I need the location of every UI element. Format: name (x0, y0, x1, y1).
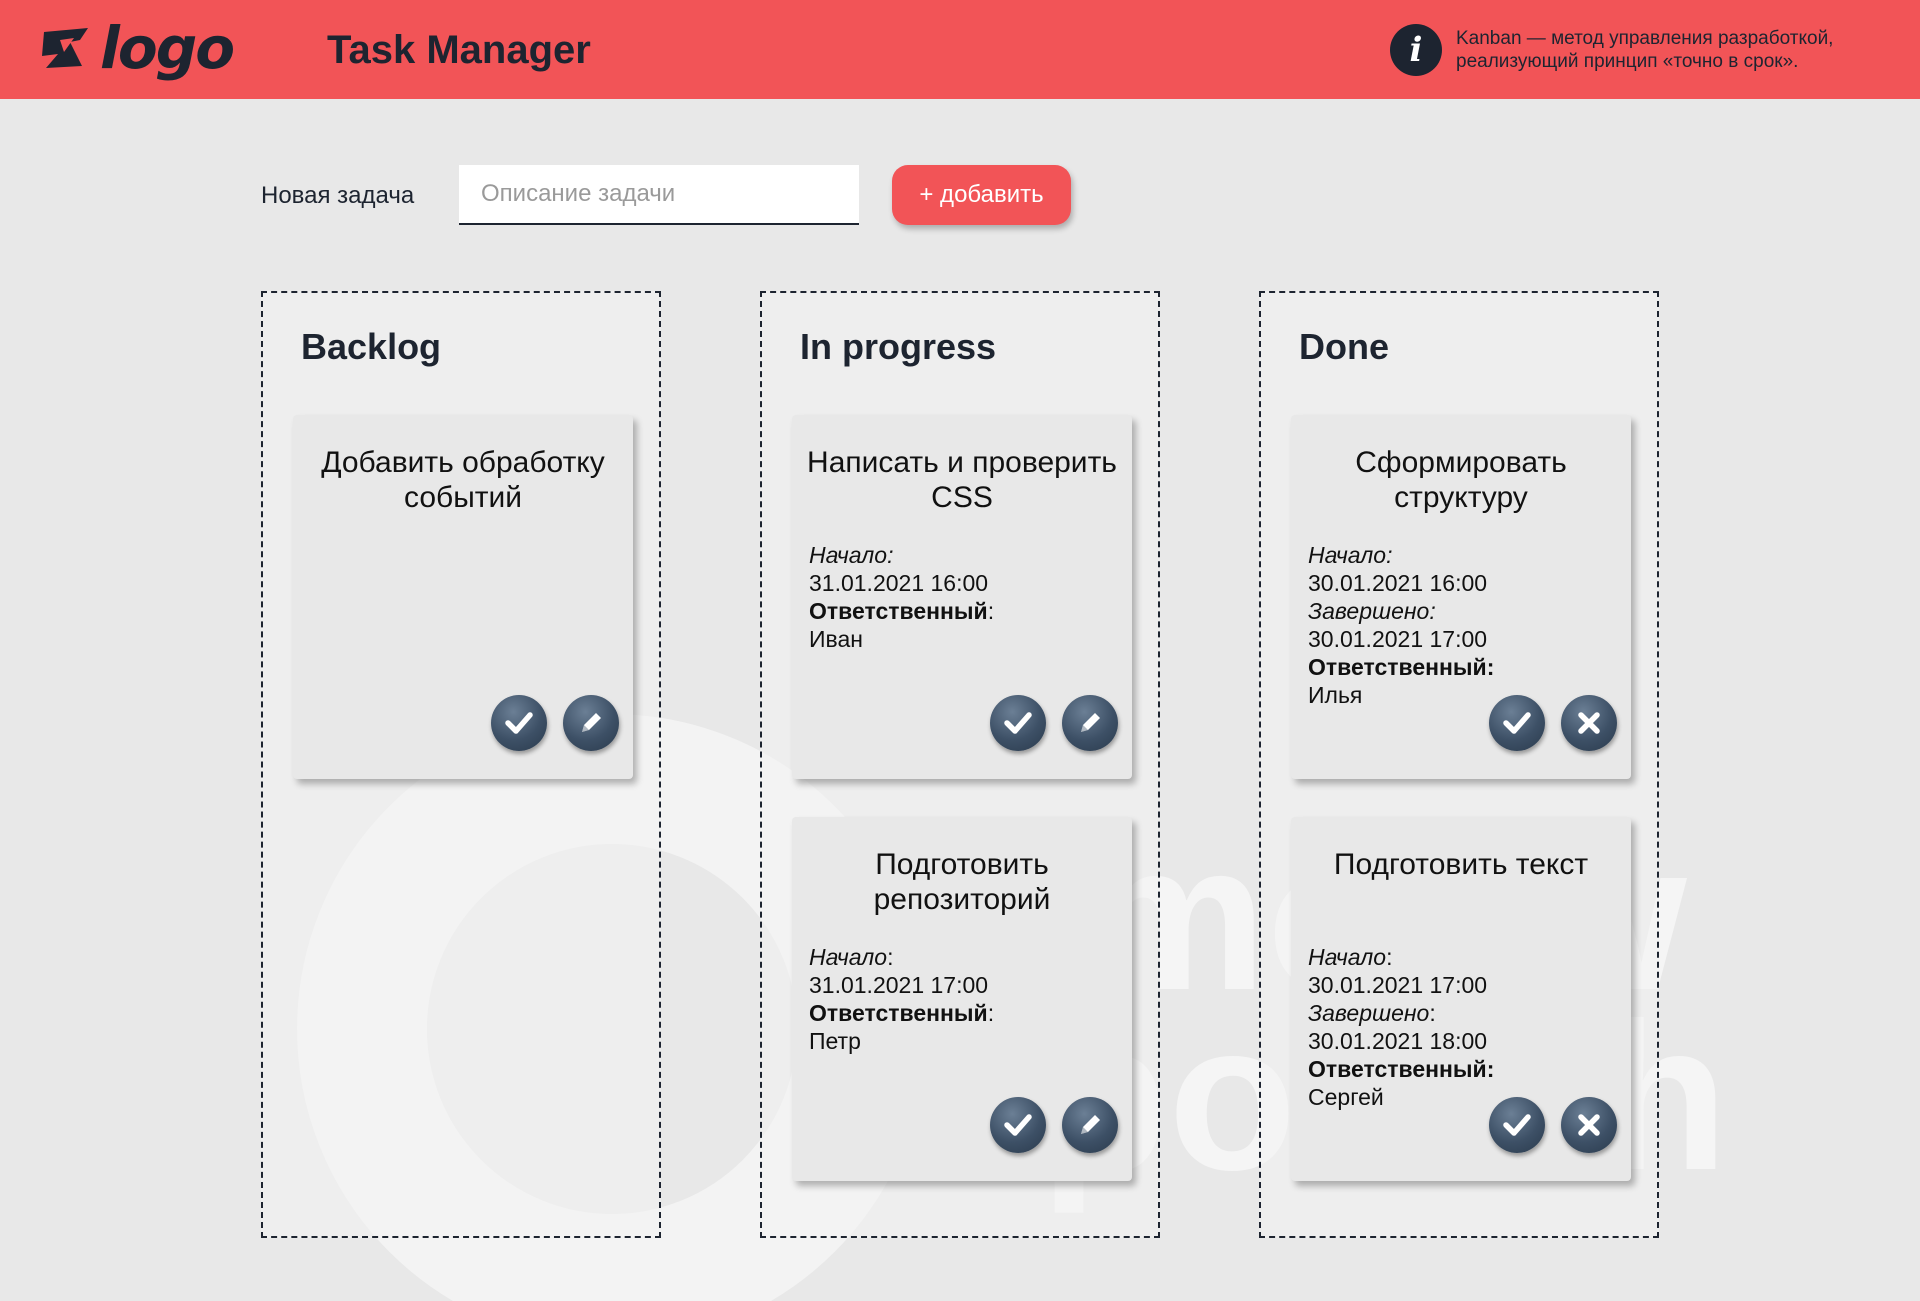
task-card[interactable]: Сформировать структуру Начало: 30.01.202… (1291, 415, 1631, 779)
task-card[interactable]: Подготовить текст Начало: 30.01.2021 17:… (1291, 817, 1631, 1181)
start-colon: : (1386, 944, 1393, 970)
finish-colon: : (1429, 1000, 1436, 1026)
check-icon (505, 712, 533, 734)
assignee-label: Ответственный: (1308, 654, 1495, 680)
app-header: logo Task Manager i Kanban — метод управ… (0, 0, 1920, 99)
column-done: Done Сформировать структуру Начало: 30.0… (1259, 291, 1659, 1238)
check-icon (1004, 712, 1032, 734)
start-label: Начало (1308, 944, 1387, 970)
card-actions (1489, 1097, 1617, 1153)
finish-value: 30.01.2021 18:00 (1308, 1028, 1488, 1054)
start-value: 31.01.2021 16:00 (809, 570, 989, 596)
task-card[interactable]: Написать и проверить CSS Начало: 31.01.2… (792, 415, 1132, 779)
card-actions (1489, 695, 1617, 751)
complete-button[interactable] (1489, 695, 1545, 751)
add-task-button[interactable]: + добавить (892, 165, 1071, 225)
card-actions (990, 1097, 1118, 1153)
column-in-progress: In progress Написать и проверить CSS Нач… (760, 291, 1160, 1238)
check-icon (1503, 1114, 1531, 1136)
info-text: Kanban — метод управления разработкой, р… (1456, 28, 1834, 72)
task-card[interactable]: Добавить обработку событий (293, 415, 633, 779)
assignee-label: Ответственный (809, 1000, 988, 1026)
assignee-colon: : (987, 598, 995, 624)
start-colon: : (887, 944, 894, 970)
start-value: 30.01.2021 16:00 (1308, 570, 1488, 596)
logo-mark-icon (42, 28, 88, 68)
delete-button[interactable] (1561, 695, 1617, 751)
pencil-icon (582, 713, 601, 732)
complete-button[interactable] (491, 695, 547, 751)
assignee-value: Иван (809, 626, 863, 652)
start-value: 30.01.2021 17:00 (1308, 972, 1488, 998)
column-title: In progress (800, 326, 997, 367)
task-card[interactable]: Подготовить репозиторий Начало: 31.01.20… (792, 817, 1132, 1181)
info-panel: i Kanban — метод управления разработкой,… (1390, 24, 1876, 76)
finish-value: 30.01.2021 17:00 (1308, 626, 1488, 652)
task-title: Подготовить текст (1333, 848, 1589, 881)
check-icon (1004, 1114, 1032, 1136)
column-title: Done (1299, 326, 1389, 367)
assignee-label: Ответственный (809, 598, 988, 624)
finish-label: Завершено: (1308, 598, 1436, 624)
column-backlog: Backlog Добавить обработку событий (261, 291, 661, 1238)
start-label: Начало: (1308, 542, 1393, 568)
edit-button[interactable] (563, 695, 619, 751)
finish-label: Завершено (1308, 1000, 1430, 1026)
start-label: Начало (809, 944, 888, 970)
assignee-value: Сергей (1308, 1084, 1384, 1110)
edit-button[interactable] (1062, 1097, 1118, 1153)
logo-text: logo (100, 14, 235, 82)
card-actions (990, 695, 1118, 751)
app-title: Task Manager (327, 28, 591, 72)
task-title: Написать и проверить CSS (807, 446, 1117, 514)
check-icon (1503, 712, 1531, 734)
task-meta: Начало: 31.01.2021 16:00 Ответственный: … (809, 541, 994, 653)
task-title: Сформировать структуру (1355, 446, 1567, 514)
task-description-input[interactable] (459, 165, 859, 225)
start-value: 31.01.2021 17:00 (809, 972, 989, 998)
close-icon (1578, 1114, 1600, 1136)
delete-button[interactable] (1561, 1097, 1617, 1153)
info-icon[interactable]: i (1390, 24, 1442, 76)
logo[interactable]: logo (40, 12, 235, 84)
assignee-value: Илья (1308, 682, 1363, 708)
complete-button[interactable] (990, 1097, 1046, 1153)
pencil-icon (1081, 713, 1100, 732)
task-meta: Начало: 31.01.2021 17:00 Ответственный: … (809, 943, 994, 1055)
assignee-colon: : (987, 1000, 995, 1026)
new-task-label: Новая задача (261, 182, 415, 209)
start-label: Начало: (809, 542, 894, 568)
task-meta: Начало: 30.01.2021 17:00 Завершено: 30.0… (1308, 943, 1494, 1111)
complete-button[interactable] (1489, 1097, 1545, 1153)
task-meta: Начало: 30.01.2021 16:00 Завершено: 30.0… (1308, 541, 1494, 709)
card-actions (491, 695, 619, 751)
complete-button[interactable] (990, 695, 1046, 751)
task-title: Добавить обработку событий (321, 446, 605, 514)
pencil-icon (1081, 1115, 1100, 1134)
close-icon (1578, 712, 1600, 734)
assignee-label: Ответственный: (1308, 1056, 1495, 1082)
assignee-value: Петр (809, 1028, 861, 1054)
edit-button[interactable] (1062, 695, 1118, 751)
task-title: Подготовить репозиторий (873, 848, 1051, 916)
column-title: Backlog (301, 326, 442, 367)
